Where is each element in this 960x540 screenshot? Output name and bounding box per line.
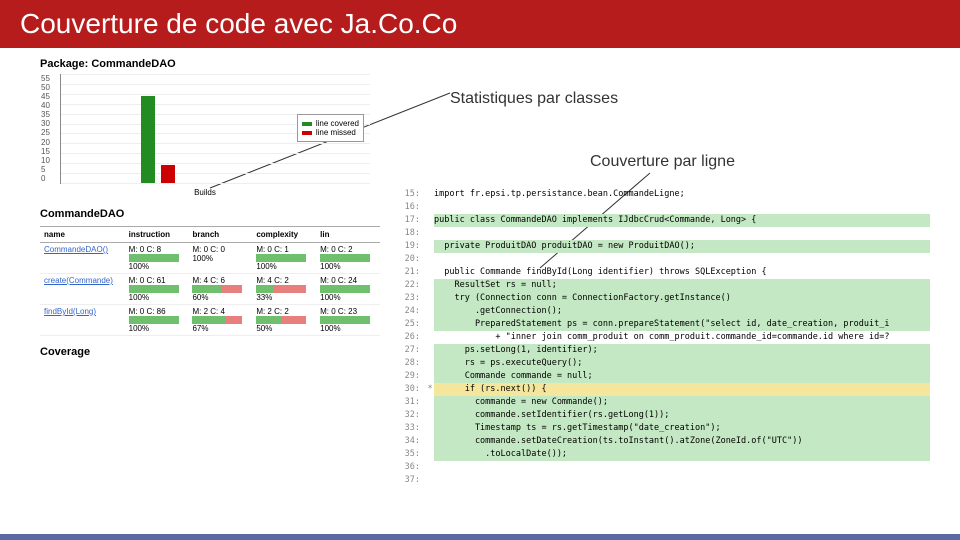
y-axis-labels: 5550454035302520151050 [41,74,50,183]
code-line: 18: [400,227,930,240]
code-line: 32: commande.setIdentifier(rs.getLong(1)… [400,409,930,422]
table-row: CommandeDAO()M: 0 C: 8100%M: 0 C: 0100%M… [40,243,380,274]
annotation-line: Couverture par ligne [590,153,735,171]
code-listing: 15:import fr.epsi.tp.persistance.bean.Co… [400,188,930,487]
table-header-row: nameinstructionbranchcomplexitylin [40,227,380,243]
col-lin: lin [316,227,380,243]
x-axis-label: Builds [40,188,370,197]
code-line: 31: commande = new Commande(); [400,396,930,409]
coverage-table: CommandeDAO nameinstructionbranchcomplex… [40,208,380,358]
bar-covered [141,96,155,183]
code-line: 36: [400,461,930,474]
legend: line covered line missed [297,114,364,142]
bar-missed [161,165,175,183]
code-line: 29: Commande commande = null; [400,370,930,383]
code-line: 34: commande.setDateCreation(ts.toInstan… [400,435,930,448]
annotation-stats: Statistiques par classes [450,90,618,108]
method-link[interactable]: CommandeDAO() [44,245,108,254]
col-branch: branch [188,227,252,243]
footer-bar [0,534,960,540]
table-body: CommandeDAO()M: 0 C: 8100%M: 0 C: 0100%M… [40,243,380,336]
legend-swatch-covered [302,122,312,126]
method-link[interactable]: create(Commande) [44,276,113,285]
col-name: name [40,227,125,243]
code-line: 37: [400,474,930,487]
code-line: 17:public class CommandeDAO implements I… [400,214,930,227]
coverage-chart: Package: CommandeDAO 5550454035302520151… [40,58,370,197]
code-line: 35: .toLocalDate()); [400,448,930,461]
code-line: 30:* if (rs.next()) { [400,383,930,396]
code-line: 20: [400,253,930,266]
stats-table: nameinstructionbranchcomplexitylin Comma… [40,226,380,336]
legend-swatch-missed [302,131,312,135]
coverage-label: Coverage [40,346,380,358]
chart-plot: 5550454035302520151050 line covered line… [60,74,370,184]
code-line: 33: Timestamp ts = rs.getTimestamp("date… [400,422,930,435]
table-row: create(Commande)M: 0 C: 61100%M: 4 C: 66… [40,274,380,305]
code-line: 27: ps.setLong(1, identifier); [400,344,930,357]
table-row: findById(Long)M: 0 C: 86100%M: 2 C: 467%… [40,305,380,336]
slide-title: Couverture de code avec Ja.Co.Co [0,0,960,48]
code-line: 28: rs = ps.executeQuery(); [400,357,930,370]
code-line: 21: public Commande findById(Long identi… [400,266,930,279]
method-link[interactable]: findById(Long) [44,307,96,316]
code-line: 23: try (Connection conn = ConnectionFac… [400,292,930,305]
code-line: 19: private ProduitDAO produitDAO = new … [400,240,930,253]
code-line: 15:import fr.epsi.tp.persistance.bean.Co… [400,188,930,201]
legend-missed-label: line missed [316,128,356,137]
chart-title: Package: CommandeDAO [40,58,370,70]
code-line: 25: PreparedStatement ps = conn.prepareS… [400,318,930,331]
code-line: 24: .getConnection(); [400,305,930,318]
code-line: 22: ResultSet rs = null; [400,279,930,292]
col-instruction: instruction [125,227,189,243]
code-line: 16: [400,201,930,214]
table-title: CommandeDAO [40,208,380,220]
slide-body: Statistiques par classes Couverture par … [0,48,960,88]
legend-covered-label: line covered [316,119,359,128]
code-line: 26: + "inner join comm_produit on comm_p… [400,331,930,344]
col-complexity: complexity [252,227,316,243]
